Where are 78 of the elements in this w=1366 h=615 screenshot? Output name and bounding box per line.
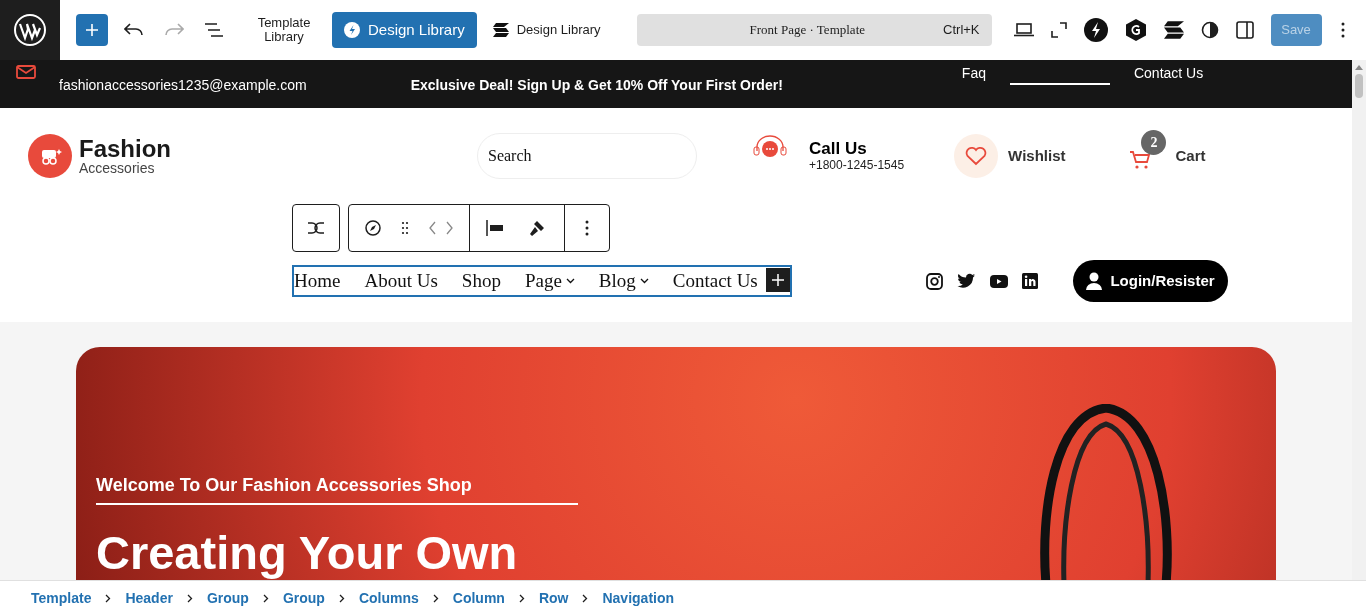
template-library-button[interactable]: Template Library xyxy=(248,16,320,44)
more-options-icon[interactable] xyxy=(1340,22,1345,38)
instagram-icon[interactable] xyxy=(926,272,943,290)
user-icon xyxy=(1086,272,1103,290)
transform-icon xyxy=(307,222,325,234)
breadcrumb-link[interactable]: Navigation xyxy=(602,587,675,609)
nav-link[interactable]: About Us xyxy=(364,266,438,296)
breadcrumb-link[interactable]: Header xyxy=(125,587,173,609)
scroll-up-arrow-icon[interactable] xyxy=(1355,64,1363,70)
cart-icon[interactable] xyxy=(1129,150,1152,170)
scrollbar[interactable] xyxy=(1352,60,1366,580)
contrast-icon[interactable] xyxy=(1200,21,1219,39)
justify-left-icon[interactable] xyxy=(486,220,504,236)
breadcrumb-link[interactable]: Column xyxy=(452,587,505,609)
nav-link[interactable]: Page xyxy=(524,266,575,296)
logo-subtitle: Accessories xyxy=(79,160,156,176)
block-transform-button[interactable] xyxy=(292,204,340,252)
fullscreen-icon[interactable] xyxy=(1050,22,1067,38)
chevron-right-icon xyxy=(582,593,589,603)
drag-handle-icon[interactable] xyxy=(401,221,409,235)
chevron-right-icon xyxy=(105,593,112,603)
add-item-button[interactable] xyxy=(766,268,790,292)
move-arrows-icon[interactable] xyxy=(429,221,453,235)
logo-title: Fashion xyxy=(79,136,171,161)
document-title: Front Page · Template xyxy=(749,21,866,40)
logo-mark xyxy=(28,134,72,178)
lightning-icon xyxy=(344,22,360,38)
wordpress-logo[interactable] xyxy=(0,0,60,60)
plus-icon xyxy=(772,274,784,286)
more-options-icon[interactable] xyxy=(585,220,589,236)
chevron-right-icon xyxy=(262,593,269,603)
chevron-right-icon xyxy=(518,593,525,603)
command-bar[interactable]: Front Page · Template Ctrl+K xyxy=(636,14,992,46)
call-title: Call Us xyxy=(809,140,868,158)
cart-count-badge: 2 xyxy=(1141,130,1167,155)
nav-link[interactable]: Home xyxy=(294,266,341,296)
compass-icon[interactable] xyxy=(365,220,381,236)
hero-heading: Creating Your Own xyxy=(96,525,519,580)
scrollbar-thumb[interactable] xyxy=(1355,74,1363,98)
add-block-button[interactable] xyxy=(76,14,108,46)
chevron-right-icon xyxy=(432,593,439,603)
top-bar-link[interactable]: Faq xyxy=(961,63,986,84)
chevron-down-icon xyxy=(639,278,649,284)
list-view-icon[interactable] xyxy=(204,23,224,37)
twitter-icon[interactable] xyxy=(957,273,976,289)
lightning-icon[interactable] xyxy=(1083,18,1108,42)
breadcrumb-link[interactable]: Template xyxy=(31,587,92,609)
hexagon-g-icon[interactable] xyxy=(1124,18,1147,42)
s-logo-icon xyxy=(492,23,509,37)
design-library-button[interactable]: Design Library xyxy=(480,12,613,48)
top-bar-link[interactable]: Contact Us xyxy=(1133,63,1204,84)
nav-link[interactable]: Contact Us xyxy=(672,266,758,296)
breadcrumb-link[interactable]: Columns xyxy=(358,587,419,609)
chevron-down-icon xyxy=(565,278,575,284)
nav-link[interactable]: Shop xyxy=(461,266,501,296)
breadcrumb-link[interactable]: Group xyxy=(282,587,325,609)
undo-icon[interactable] xyxy=(124,23,144,37)
hero-eyebrow: Welcome To Our Fashion Accessories Shop xyxy=(96,472,578,505)
chevron-right-icon xyxy=(186,593,193,603)
s-logo-icon[interactable] xyxy=(1163,21,1184,39)
nav-link[interactable]: Blog xyxy=(598,266,649,296)
youtube-icon[interactable] xyxy=(990,274,1008,288)
cart-label[interactable]: Cart xyxy=(1175,144,1206,168)
promo-text: Exclusive Deal! Sign Up & Get 10% Off Your First Order! xyxy=(410,76,783,95)
breadcrumb-link[interactable]: Group xyxy=(206,587,249,609)
design-library-button[interactable]: Design Library xyxy=(332,12,477,48)
breadcrumb-link[interactable]: Row xyxy=(538,587,569,609)
login-button[interactable]: Login/Resister xyxy=(1073,260,1228,302)
email-address: fashionaccessories1235@example.com xyxy=(59,76,307,95)
plus-icon xyxy=(85,23,99,37)
wishlist-label[interactable]: Wishlist xyxy=(1008,144,1066,168)
sidebar-icon[interactable] xyxy=(1235,21,1254,39)
phone-number: +1800-1245-1545 xyxy=(809,158,905,172)
linkedin-icon[interactable] xyxy=(1022,273,1038,289)
laptop-icon[interactable] xyxy=(1013,23,1034,37)
mail-icon xyxy=(16,65,36,79)
shortcut-hint: Ctrl+K xyxy=(943,21,980,40)
chevron-right-icon xyxy=(338,593,345,603)
